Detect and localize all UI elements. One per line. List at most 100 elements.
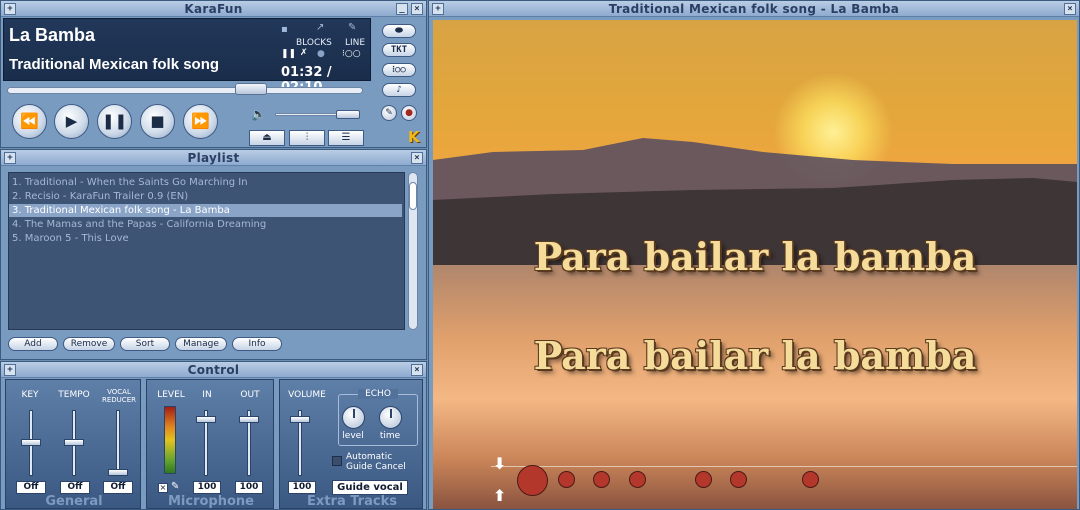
mixer-button[interactable]: ⫶ <box>289 130 325 146</box>
dot-indicator-icon: ● <box>317 49 325 59</box>
lyric-line-2: Para bailar la bamba <box>533 333 977 378</box>
record-button[interactable]: ● <box>401 105 417 121</box>
playlist-window: + Playlist × 1. Traditional - When the S… <box>0 149 427 360</box>
volume-label: VOLUME <box>288 390 326 400</box>
microphone-pill-icon: ⬬ <box>395 26 403 36</box>
dots-icon: ⁝○○ <box>392 65 406 75</box>
stop-button[interactable]: ■ <box>140 104 175 139</box>
rewind-icon: ⏪ <box>20 112 39 130</box>
dots-button[interactable]: ⁝○○ <box>382 63 416 77</box>
down-arrow-icon: ⬇ <box>493 454 507 473</box>
play-button[interactable]: ▶ <box>54 104 89 139</box>
playlist-item-selected[interactable]: 3. Traditional Mexican folk song - La Ba… <box>9 204 402 217</box>
close-icon[interactable]: × <box>411 3 423 15</box>
dots-indicator-icon: ⁝○○ <box>342 49 361 59</box>
echo-level-label: level <box>342 431 364 441</box>
beat-marker <box>558 471 575 488</box>
beat-marker <box>802 471 819 488</box>
mic-mute-checkbox[interactable]: × <box>158 483 168 493</box>
auto-guide-checkbox[interactable] <box>332 456 342 466</box>
speaker-icon[interactable]: 🔈 <box>251 107 266 121</box>
sunset-background: Para bailar la bamba Para bailar la bamb… <box>433 20 1077 509</box>
control-close-icon[interactable]: × <box>411 364 423 376</box>
blocks-label[interactable]: BLOCKS <box>296 38 332 48</box>
remove-button[interactable]: Remove <box>63 337 115 351</box>
beat-marker <box>695 471 712 488</box>
fast-forward-icon: ⏩ <box>191 112 210 130</box>
info-button[interactable]: Info <box>232 337 282 351</box>
extra-tracks-panel-name: Extra Tracks <box>307 494 397 509</box>
echo-time-label: time <box>379 431 401 441</box>
previous-button[interactable]: ⏪ <box>12 104 47 139</box>
sort-button[interactable]: Sort <box>120 337 170 351</box>
tuner-button[interactable]: ✎ <box>381 105 397 121</box>
master-volume-thumb[interactable] <box>336 110 360 119</box>
video-window-title: Traditional Mexican folk song - La Bamba <box>608 2 900 16</box>
control-title: Control <box>187 363 240 377</box>
guide-vocal-button[interactable]: Guide vocal <box>332 480 408 495</box>
auto-guide-label: Automatic Guide Cancel <box>346 452 406 472</box>
level-label: LEVEL <box>157 390 185 400</box>
mic-in-slider-thumb[interactable] <box>196 416 216 423</box>
mixer-icon: ⫶ <box>305 132 309 143</box>
key-label: KEY <box>21 390 39 400</box>
eject-icon: ⏏ <box>262 132 272 143</box>
general-panel-name: General <box>45 494 103 509</box>
control-window: + Control × KEY TEMPO VOCAL REDUCER Off … <box>0 361 427 510</box>
up-arrow-icon: ⬆ <box>493 486 507 505</box>
mic-out-value: 100 <box>235 481 263 494</box>
beat-marker <box>629 471 646 488</box>
playlist-scroll-thumb[interactable] <box>409 182 417 210</box>
playlist-item[interactable]: 5. Maroon 5 - This Love <box>12 232 129 245</box>
lyrics-video-window: + Traditional Mexican folk song - La Bam… <box>428 0 1080 510</box>
song-subtitle: Traditional Mexican folk song <box>9 56 220 73</box>
singer-icon: ✗ <box>300 48 308 58</box>
key-slider-thumb[interactable] <box>21 439 41 446</box>
list-icon: ☰ <box>341 132 351 143</box>
add-button[interactable]: Add <box>8 337 58 351</box>
karafun-main-window: + KaraFun _ × La Bamba Traditional Mexic… <box>0 0 427 148</box>
next-button[interactable]: ⏩ <box>183 104 218 139</box>
minimize-icon[interactable]: _ <box>396 3 408 15</box>
vocal-reducer-slider[interactable] <box>116 410 120 476</box>
eject-button[interactable]: ⏏ <box>249 130 285 146</box>
playlist-item[interactable]: 2. Recisio - KaraFun Trailer 0.9 (EN) <box>12 190 188 203</box>
extra-volume-slider-thumb[interactable] <box>290 416 310 423</box>
vocal-reducer-value: Off <box>103 481 133 494</box>
video-close-icon[interactable]: × <box>1064 3 1076 15</box>
manage-button[interactable]: Manage <box>175 337 227 351</box>
karafun-logo: K <box>408 128 420 146</box>
playlist-toggle-button[interactable]: ☰ <box>328 130 364 146</box>
beat-marker-current <box>517 465 548 496</box>
vocal-reducer-slider-thumb[interactable] <box>108 469 128 476</box>
tkt-button[interactable]: TKT <box>382 43 416 57</box>
video-titlebar[interactable]: + Traditional Mexican folk song - La Bam… <box>429 1 1079 17</box>
playlist-close-icon[interactable]: × <box>411 152 423 164</box>
stop-icon: ■ <box>150 112 165 130</box>
line-label[interactable]: LINE <box>345 38 365 48</box>
display-arrow-icon[interactable]: ↗ <box>316 22 324 33</box>
lyrics-mode-button[interactable]: ⬬ <box>382 24 416 38</box>
playlist-titlebar[interactable]: + Playlist × <box>1 150 426 166</box>
echo-time-knob[interactable] <box>379 406 402 429</box>
mic-in-value: 100 <box>193 481 221 494</box>
play-icon: ▶ <box>65 112 78 130</box>
echo-level-knob[interactable] <box>342 406 365 429</box>
tempo-value: Off <box>60 481 90 494</box>
seek-bar[interactable] <box>7 87 363 94</box>
tempo-slider-thumb[interactable] <box>64 439 84 446</box>
pause-indicator-icon: ❚❚ <box>281 49 297 59</box>
record-icon: ● <box>405 108 413 118</box>
general-panel: KEY TEMPO VOCAL REDUCER Off Off Off Gene… <box>5 379 141 509</box>
key-value: Off <box>16 481 46 494</box>
seek-thumb[interactable] <box>235 83 267 95</box>
playlist-item[interactable]: 1. Traditional - When the Saints Go Marc… <box>12 176 248 189</box>
playlist-item[interactable]: 4. The Mamas and the Papas - California … <box>12 218 266 231</box>
pause-button[interactable]: ❚❚ <box>97 104 132 139</box>
control-titlebar[interactable]: + Control × <box>1 362 426 378</box>
pen-icon[interactable]: ✎ <box>348 22 356 33</box>
music-button[interactable]: ♪ <box>382 83 416 97</box>
text-mode-icon[interactable]: ▪ <box>281 24 288 35</box>
mic-out-slider-thumb[interactable] <box>239 416 259 423</box>
main-titlebar[interactable]: + KaraFun _ × <box>1 1 426 17</box>
